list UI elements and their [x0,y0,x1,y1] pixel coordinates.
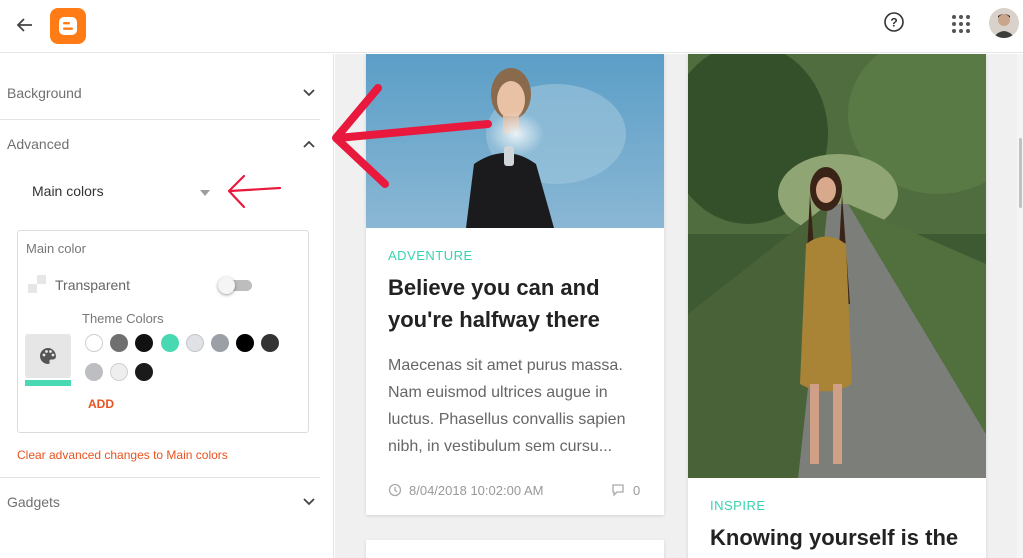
post-card[interactable]: INSPIRE Knowing yourself is the [688,54,986,558]
color-group-dropdown[interactable]: Main colors [32,173,220,209]
chevron-down-icon [303,498,315,506]
transparent-icon [28,275,46,293]
section-advanced[interactable]: Advanced [0,119,320,169]
post-title[interactable]: Knowing yourself is the [710,522,958,554]
caret-down-icon [200,190,210,196]
apps-grid-icon[interactable] [951,14,971,34]
help-icon[interactable]: ? [882,10,906,34]
swatch-off-white[interactable] [110,363,128,381]
swatch-dark[interactable] [135,363,153,381]
swatch-slate[interactable] [211,334,229,352]
post-tag[interactable]: INSPIRE [710,498,766,513]
comment-count[interactable]: 0 [633,483,640,498]
clock-icon [388,483,402,497]
panel-title: Main color [26,241,86,256]
palette-icon [40,348,56,364]
back-arrow-icon[interactable] [12,12,38,38]
add-color-button[interactable]: ADD [88,397,114,411]
swatch-black[interactable] [135,334,153,352]
post-excerpt-line: luctus. Phasellus convallis sapien [388,411,626,428]
theme-customizer-sidebar: Background Advanced Main colors Main col… [0,54,334,558]
section-gadgets[interactable]: Gadgets [0,477,320,527]
scrollbar-thumb[interactable] [1019,138,1022,208]
post-tag[interactable]: ADVENTURE [388,248,473,263]
chevron-down-icon [303,89,315,97]
avatar[interactable] [989,8,1019,38]
blogger-logo[interactable] [50,8,86,44]
swatch-teal[interactable] [161,334,179,352]
post-excerpt-line: Nam euismod ultrices augue in [388,384,608,401]
post-image [688,54,986,478]
custom-color-picker-button[interactable] [25,334,71,378]
clear-advanced-changes-link[interactable]: Clear advanced changes to Main colors [17,448,228,462]
transparent-label: Transparent [55,277,130,293]
swatch-gray[interactable] [110,334,128,352]
scrollbar-track[interactable] [1017,54,1023,558]
swatch-black-2[interactable] [236,334,254,352]
swatch-white[interactable] [85,334,103,352]
post-title-line[interactable]: you're halfway there [388,304,600,336]
post-image [366,54,664,228]
section-label: Background [7,85,82,101]
dropdown-selected-value: Main colors [32,183,104,199]
post-excerpt-line: Maecenas sit amet purus massa. [388,357,623,374]
main-color-panel: Main color Transparent Theme Colors ADD [17,230,309,433]
toggle-thumb [218,277,235,294]
chevron-up-icon [303,140,315,148]
current-color-indicator [25,380,71,386]
section-label: Advanced [7,136,70,152]
swatch-light-gray[interactable] [186,334,204,352]
svg-text:?: ? [890,16,897,30]
section-background[interactable]: Background [0,68,320,118]
theme-colors-label: Theme Colors [82,311,164,326]
transparent-toggle[interactable] [218,277,254,294]
top-bar: ? [0,0,1023,53]
swatch-charcoal[interactable] [261,334,279,352]
comment-icon [612,484,624,497]
post-card[interactable]: ADVENTURE Believe you can and you're hal… [366,54,664,515]
post-title-line[interactable]: Believe you can and [388,272,600,304]
post-date: 8/04/2018 10:02:00 AM [409,483,544,498]
blog-preview: ADVENTURE Believe you can and you're hal… [335,54,1023,558]
post-card[interactable] [366,540,664,558]
swatch-silver[interactable] [85,363,103,381]
post-excerpt-line: nibh, in vestibulum sem cursu... [388,438,613,455]
section-label: Gadgets [7,494,60,510]
